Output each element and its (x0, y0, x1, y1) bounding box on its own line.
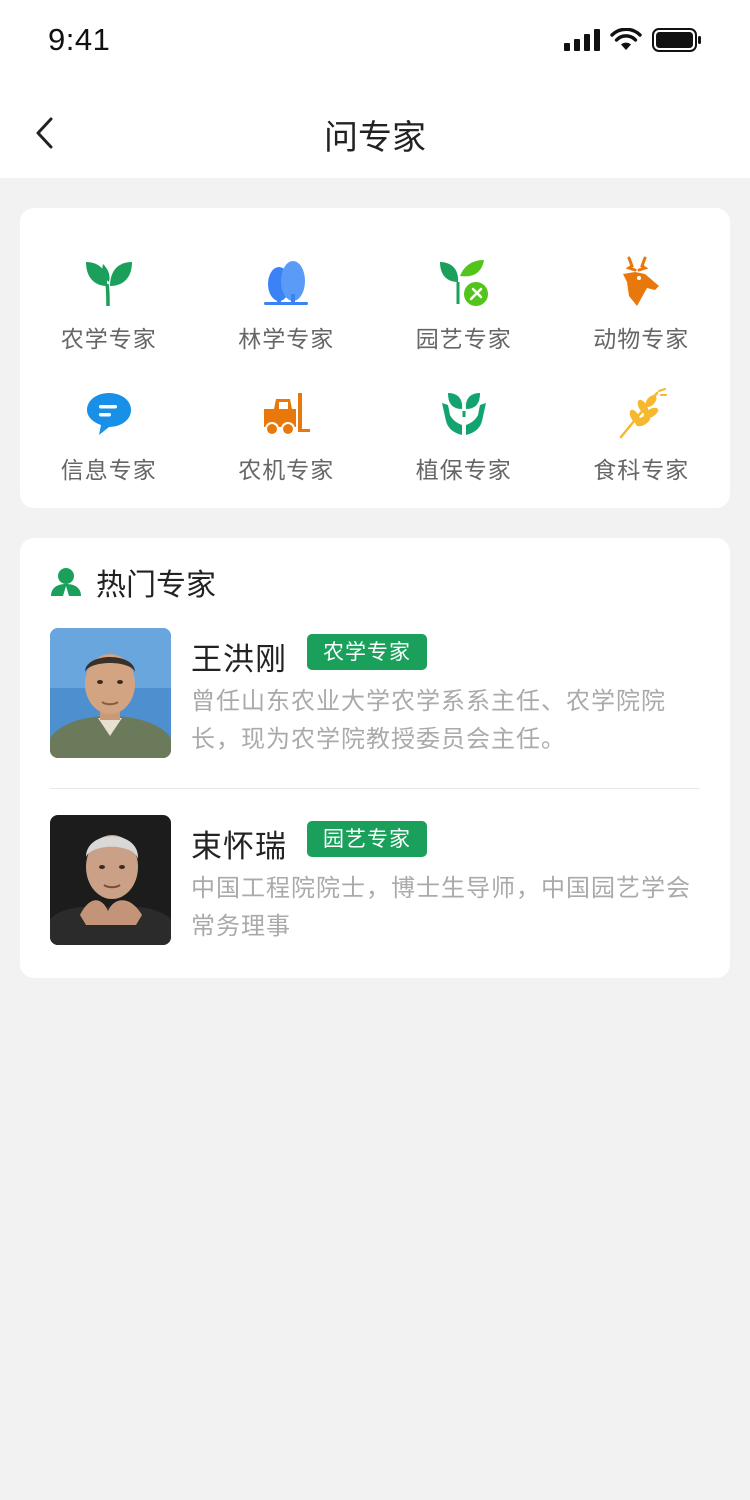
category-information[interactable]: 信息专家 (20, 385, 198, 516)
expert-description: 中国工程院院士，博士生导师，中国园艺学会常务理事 (191, 874, 691, 940)
hands-plant-icon (436, 385, 492, 441)
forklift-icon (258, 385, 314, 441)
battery-icon (652, 28, 701, 52)
chat-bubble-icon (81, 385, 137, 441)
category-label: 食科专家 (593, 458, 690, 484)
hot-experts-card: 热门专家 王洪刚 农学专家 曾任山东农业大学农学系系主任、农学院院长，现为农学院… (20, 538, 730, 978)
category-agronomy[interactable]: 农学专家 (20, 254, 198, 385)
avatar (50, 815, 171, 945)
page-title: 问专家 (324, 118, 426, 158)
status-icons (564, 26, 702, 54)
deer-icon (613, 254, 669, 310)
category-plant-protection[interactable]: 植保专家 (375, 385, 553, 516)
expert-category-badge: 农学专家 (307, 634, 427, 670)
gardening-icon (436, 254, 492, 310)
hot-experts-header: 热门专家 (50, 560, 216, 604)
category-food-science[interactable]: 食科专家 (553, 385, 731, 516)
status-bar: 9:41 (0, 0, 750, 88)
category-grid: 农学专家 林学专家 园艺专家 动物专家 信息专家 农机专家 植保专家 食科专家 (20, 208, 730, 508)
category-card: 农学专家 林学专家 园艺专家 动物专家 信息专家 农机专家 植保专家 食科专家 (20, 208, 730, 508)
user-icon (51, 568, 81, 596)
expert-name: 束怀瑞 (191, 829, 287, 865)
category-animal[interactable]: 动物专家 (553, 254, 731, 385)
signal-icon (564, 29, 600, 51)
expert-description: 曾任山东农业大学农学系系主任、农学院院长，现为农学院教授委员会主任。 (191, 687, 666, 753)
expert-item[interactable]: 束怀瑞 园艺专家 中国工程院院士，博士生导师，中国园艺学会常务理事 (50, 815, 700, 945)
category-machinery[interactable]: 农机专家 (198, 385, 376, 516)
category-forestry[interactable]: 林学专家 (198, 254, 376, 385)
wheat-icon (613, 385, 669, 441)
category-label: 农机专家 (238, 458, 335, 484)
sprout-icon (81, 254, 137, 310)
category-label: 植保专家 (415, 458, 512, 484)
category-label: 信息专家 (60, 458, 157, 484)
nav-bar: 问专家 (0, 88, 750, 178)
category-horticulture[interactable]: 园艺专家 (375, 254, 553, 385)
category-label: 动物专家 (593, 327, 690, 353)
category-label: 农学专家 (60, 327, 157, 353)
avatar (50, 628, 171, 758)
category-label: 林学专家 (238, 327, 335, 353)
divider (50, 788, 700, 789)
tree-icon (258, 254, 314, 310)
hot-experts-title: 热门专家 (96, 568, 216, 603)
expert-name: 王洪刚 (191, 642, 287, 678)
category-label: 园艺专家 (415, 327, 512, 353)
expert-item[interactable]: 王洪刚 农学专家 曾任山东农业大学农学系系主任、农学院院长，现为农学院教授委员会… (50, 628, 700, 758)
status-time: 9:41 (48, 22, 111, 57)
wifi-icon (610, 28, 642, 50)
expert-category-badge: 园艺专家 (307, 821, 427, 857)
